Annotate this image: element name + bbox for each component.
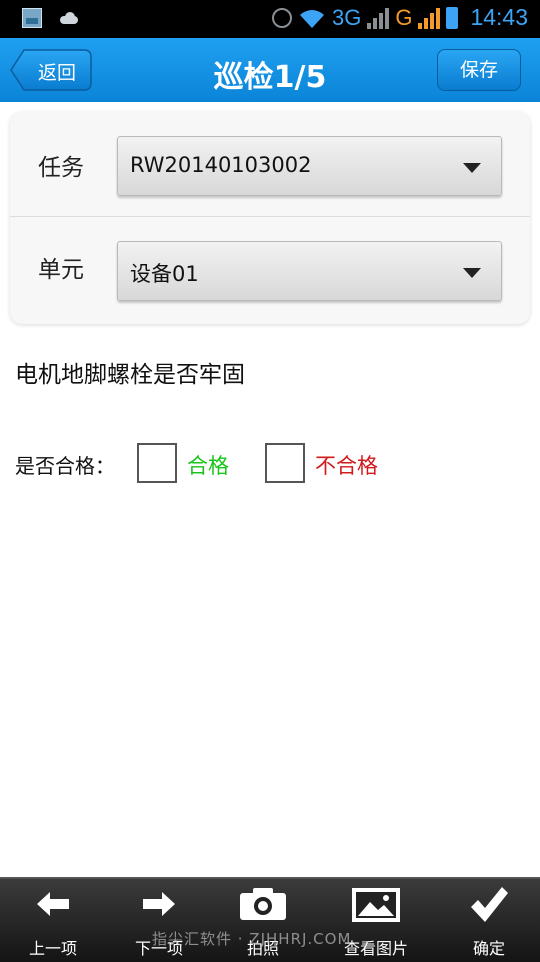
inspection-question: 电机地脚螺栓是否牢固 — [15, 362, 245, 388]
view-photos-button[interactable]: 查看图片 — [336, 879, 416, 962]
task-select-value: RW20140103002 — [130, 153, 312, 177]
battery-icon — [446, 6, 459, 29]
network-type-g: G — [395, 4, 413, 30]
pass-checkbox[interactable] — [137, 443, 177, 483]
unit-label: 单元 — [38, 257, 84, 283]
clock: 14:43 — [470, 4, 528, 30]
divider — [10, 216, 530, 217]
form-card: 任务 RW20140103002 单元 设备01 — [10, 112, 530, 324]
network-type-3g: 3G — [331, 4, 362, 30]
checkmark-icon — [471, 887, 508, 922]
prev-item-button[interactable]: 上一项 — [13, 879, 93, 962]
camera-icon — [240, 888, 286, 920]
qualified-label: 是否合格： — [15, 454, 115, 478]
cloud-icon — [58, 12, 80, 24]
gallery-notification-icon — [22, 8, 42, 28]
save-button[interactable]: 保存 — [437, 49, 521, 91]
unit-select[interactable]: 设备01 — [117, 241, 502, 301]
signal-bars-icon — [367, 7, 390, 29]
task-select[interactable]: RW20140103002 — [117, 136, 502, 196]
wifi-icon — [299, 9, 324, 28]
next-item-button[interactable]: 下一项 — [119, 879, 199, 962]
task-label: 任务 — [38, 155, 84, 181]
unit-select-value: 设备01 — [130, 262, 199, 286]
alarm-icon — [271, 7, 292, 28]
take-photo-button[interactable]: 拍照 — [223, 879, 303, 962]
pass-label[interactable]: 合格 — [187, 450, 229, 480]
fail-checkbox[interactable] — [265, 443, 305, 483]
dropdown-arrow-icon — [463, 163, 481, 173]
arrow-left-icon — [37, 892, 69, 916]
prev-item-label: 上一项 — [28, 939, 77, 958]
status-bar: 3G G 14:43 — [0, 0, 540, 38]
arrow-right-icon — [143, 892, 175, 916]
title-bar: 返回 巡检1/5 保存 — [0, 38, 540, 102]
signal-bars-icon-2 — [418, 7, 441, 29]
confirm-button[interactable]: 确定 — [449, 879, 529, 962]
image-icon — [352, 888, 400, 922]
confirm-label: 确定 — [472, 939, 505, 958]
fail-label[interactable]: 不合格 — [315, 450, 378, 480]
bottom-toolbar: 上一项 下一项 拍照 查看图片 确定 — [0, 877, 540, 962]
dropdown-arrow-icon — [463, 268, 481, 278]
watermark: 指尖汇软件 · ZJHHRJ.COM — [152, 930, 352, 948]
